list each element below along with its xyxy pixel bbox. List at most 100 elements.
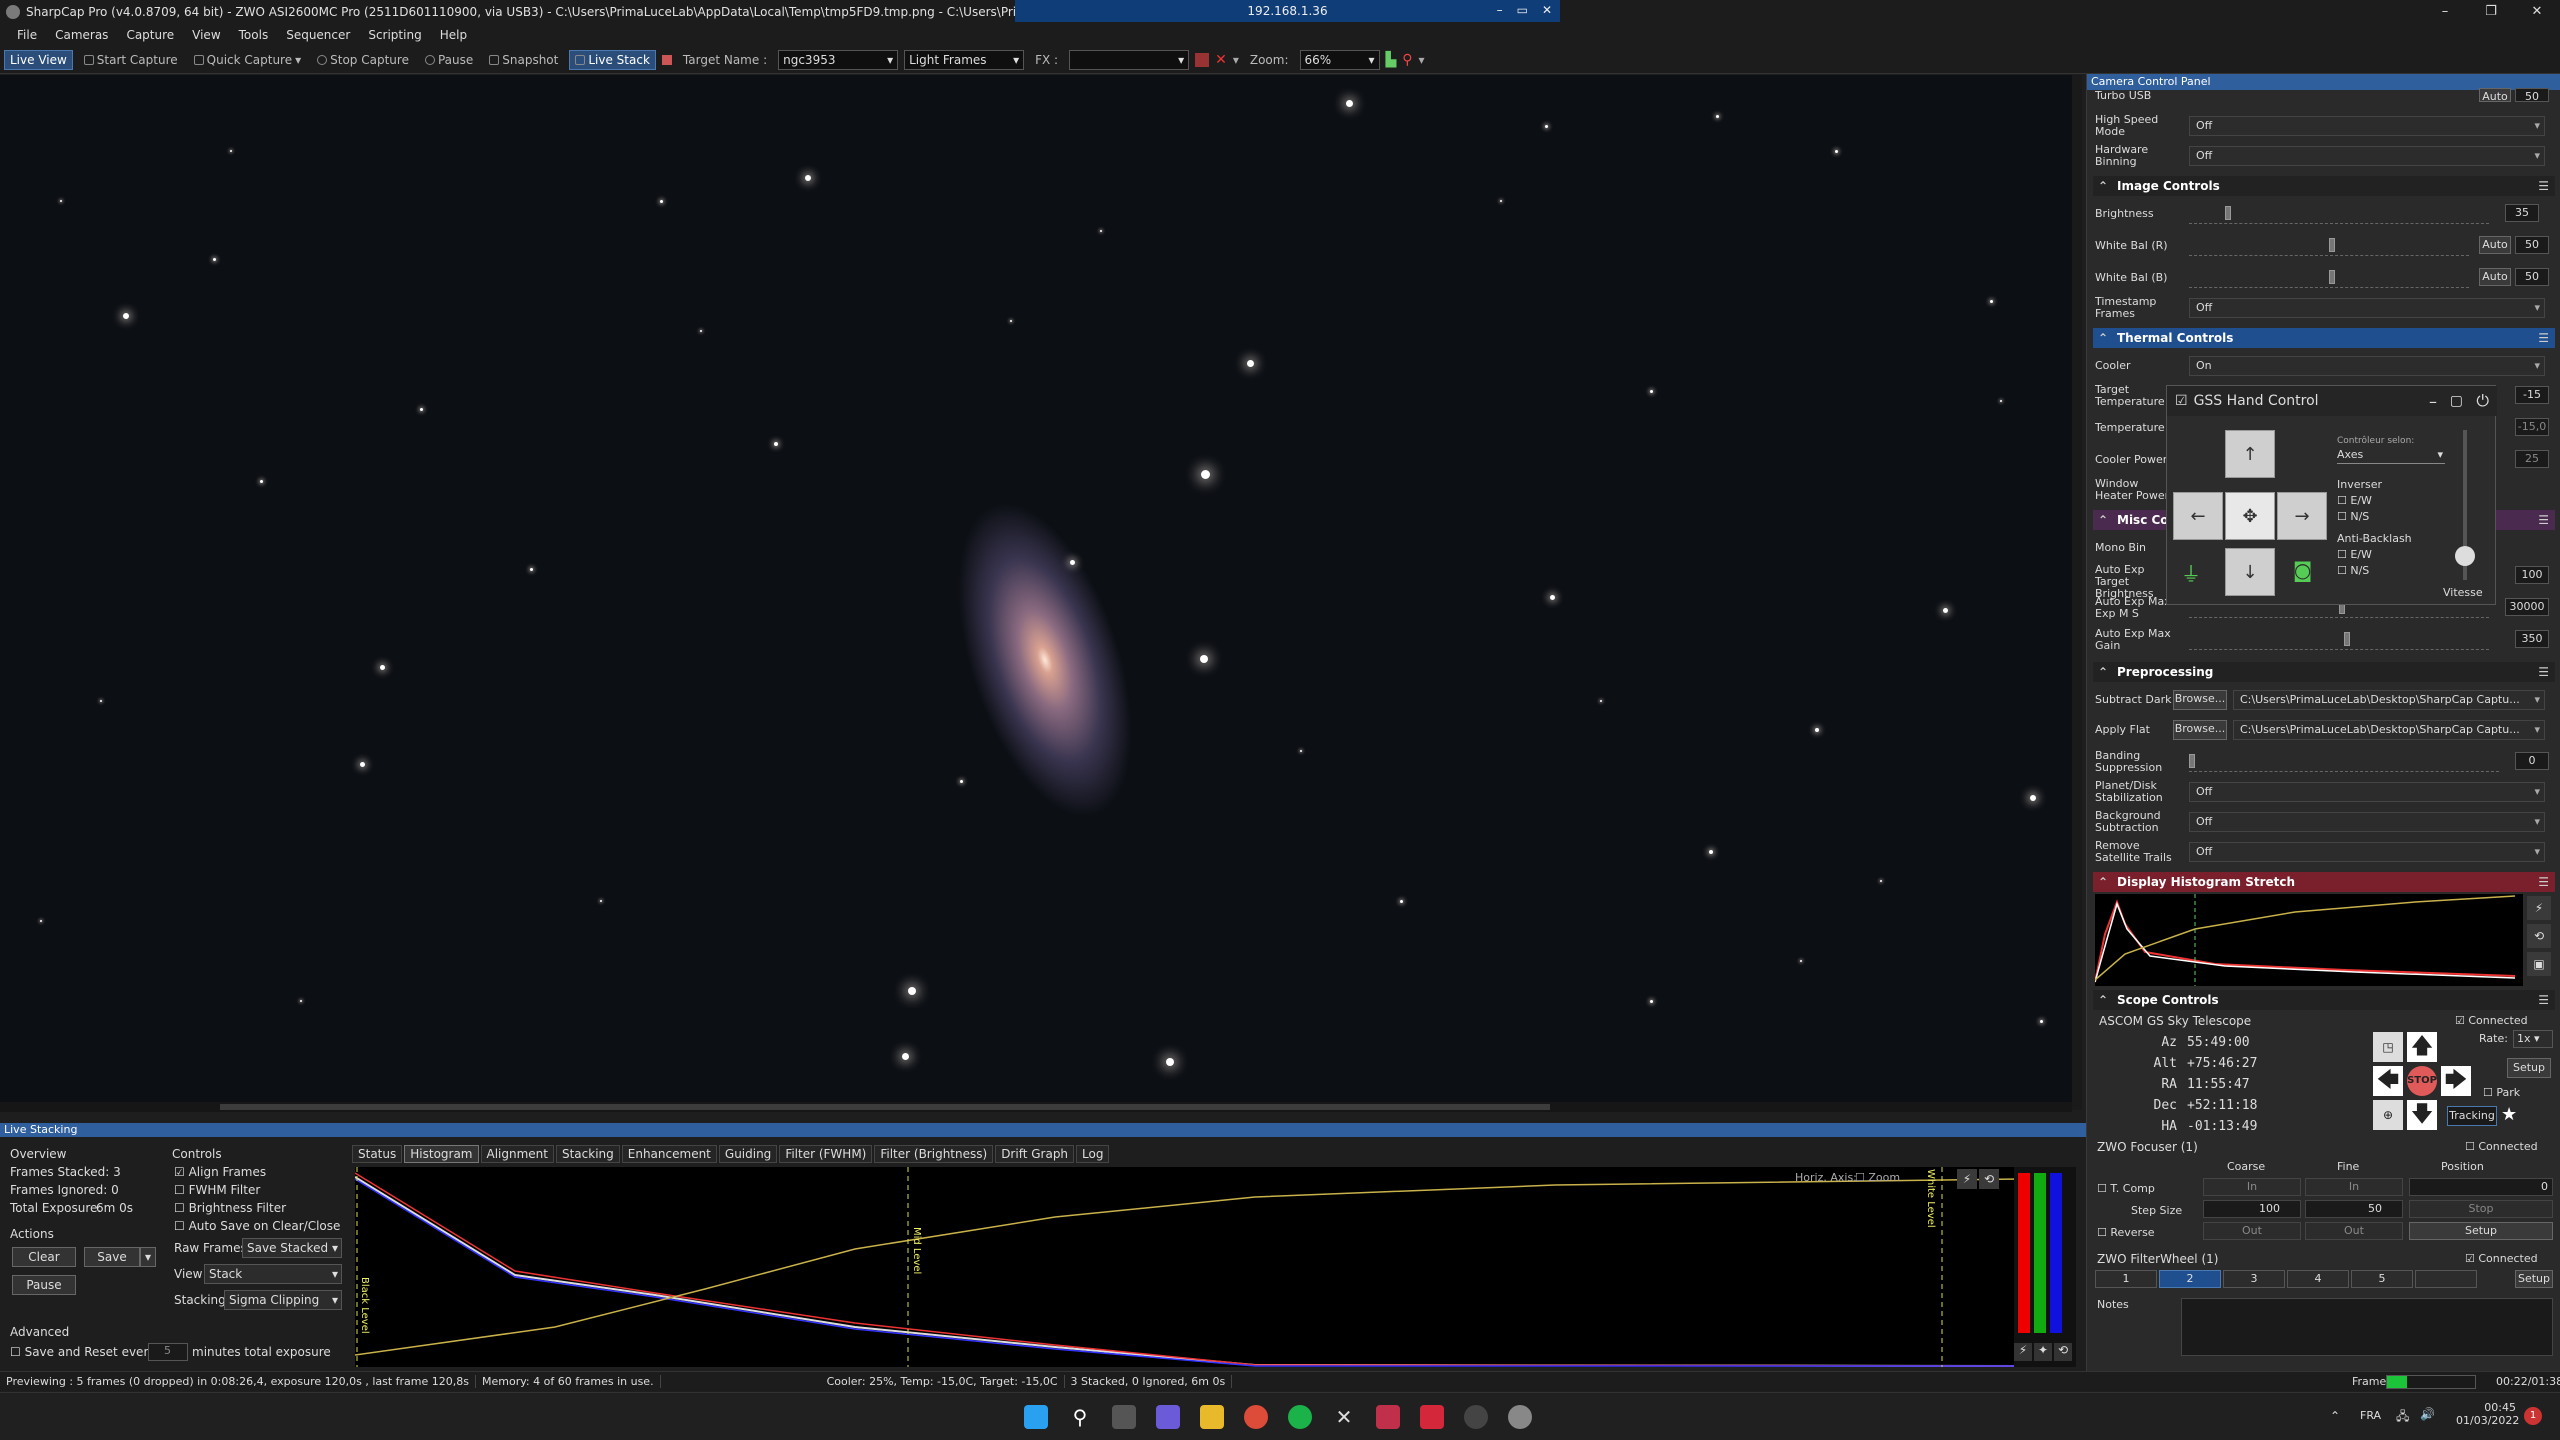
clear-button[interactable]: Clear (12, 1247, 76, 1267)
tab-drift-graph[interactable]: Drift Graph (995, 1145, 1075, 1163)
gss-target-icon[interactable]: ◙ (2293, 558, 2312, 582)
filter-3-button[interactable]: 3 (2223, 1270, 2285, 1288)
tracking-select[interactable]: Tracking (2447, 1106, 2497, 1126)
live-view-button[interactable]: Live View (4, 49, 73, 70)
auto-exp-max-ms-value[interactable]: 30000 (2505, 598, 2549, 616)
brightness-filter-checkbox[interactable]: ☐ Brightness Filter (174, 1201, 286, 1215)
filter-5-button[interactable]: 5 (2351, 1270, 2413, 1288)
raw-frames-select[interactable]: Save Stacked ▾ (242, 1238, 342, 1258)
language-indicator[interactable]: FRA (2360, 1409, 2381, 1422)
histogram-icon[interactable]: ▙ (1386, 52, 1397, 68)
high-speed-select[interactable]: Off (2189, 116, 2545, 136)
filter-1-button[interactable]: 1 (2095, 1270, 2157, 1288)
image-vertical-scrollbar[interactable] (2072, 75, 2082, 1110)
chevron-up-icon[interactable]: ⌃ (2330, 1409, 2340, 1423)
color-balance-sliders[interactable]: ⚡ ✦ ⟲ (2014, 1167, 2076, 1367)
menu-icon[interactable]: ☰ (2538, 872, 2549, 892)
mid-level-marker[interactable]: Mid Level (911, 1227, 922, 1274)
slider-knob[interactable] (2329, 238, 2335, 252)
chrome-icon[interactable] (1244, 1405, 1268, 1429)
file-explorer-icon[interactable] (1200, 1405, 1224, 1429)
filterwheel-setup-button[interactable]: Setup (2515, 1270, 2553, 1288)
highlight-icon[interactable] (661, 54, 672, 65)
gss-inverser-ns-checkbox[interactable]: ☐ N/S (2337, 510, 2369, 523)
balance-auto-button[interactable]: ⚡ (2014, 1343, 2032, 1361)
snapshot-button[interactable]: Snapshot (484, 51, 563, 69)
tab-filter-brightness[interactable]: Filter (Brightness) (874, 1145, 994, 1163)
filter-4-button[interactable]: 4 (2287, 1270, 2349, 1288)
fwhm-filter-checkbox[interactable]: ☐ FWHM Filter (174, 1183, 260, 1197)
menu-scripting[interactable]: Scripting (359, 28, 430, 42)
tab-status[interactable]: Status (352, 1145, 403, 1163)
turbo-auto-button[interactable]: Auto (2479, 88, 2511, 103)
filter-2-button[interactable]: 2 (2159, 1270, 2221, 1288)
gss-checkbox[interactable]: ☑ (2175, 393, 2188, 409)
auto-exp-max-ms-slider[interactable] (2189, 600, 2489, 618)
auto-exp-max-gain-slider[interactable] (2189, 632, 2489, 650)
black-level-marker[interactable]: Black Level (359, 1277, 370, 1334)
menu-sequencer[interactable]: Sequencer (277, 28, 359, 42)
planet-stab-select[interactable]: Off (2189, 782, 2545, 802)
app-red-icon[interactable] (1376, 1405, 1400, 1429)
close-button[interactable]: ✕ (2514, 0, 2560, 24)
menu-file[interactable]: File (8, 28, 46, 42)
gss-power-icon[interactable]: ⏻ (2476, 391, 2489, 411)
reverse-checkbox[interactable]: ☐ Reverse (2097, 1226, 2155, 1239)
stack-auto-stretch-button[interactable]: ⚡ (1957, 1169, 1977, 1189)
coarse-step-input[interactable]: 100 (2203, 1200, 2301, 1218)
scope-sync-button[interactable]: ◳ (2373, 1032, 2403, 1062)
menu-view[interactable]: View (183, 28, 229, 42)
scope-setup-button[interactable]: Setup (2507, 1058, 2551, 1078)
tab-guiding[interactable]: Guiding (718, 1145, 778, 1163)
stacking-select[interactable]: Sigma Clipping ▾ (224, 1290, 342, 1310)
filter-6-button[interactable] (2415, 1270, 2477, 1288)
slider-knob[interactable] (2329, 270, 2335, 284)
live-stack-button[interactable]: Live Stack (569, 49, 656, 70)
banding-value[interactable]: 0 (2515, 752, 2549, 770)
gss-north-button[interactable]: ↑ (2225, 430, 2275, 478)
camera-image-view[interactable] (0, 75, 2072, 1110)
turbo-value[interactable]: 50 (2515, 88, 2549, 103)
scope-south-button[interactable]: 🡇 (2407, 1100, 2437, 1130)
view-select[interactable]: Stack ▾ (204, 1264, 342, 1284)
clear-overlay-icon[interactable]: ✕ (1215, 52, 1227, 68)
tab-enhancement[interactable]: Enhancement (621, 1145, 717, 1163)
auto-exp-max-gain-value[interactable]: 350 (2515, 630, 2549, 648)
image-horizontal-scrollbar[interactable] (0, 1102, 2072, 1112)
fx-select[interactable]: ▾ (1069, 49, 1190, 70)
target-name-input[interactable]: ngc3953 ▾ (778, 49, 899, 70)
gss-minimize-icon[interactable]: – (2429, 392, 2437, 411)
white-bal-r-value[interactable]: 50 (2515, 236, 2549, 254)
remote-close-button[interactable]: ✕ (1542, 3, 1552, 17)
tab-stacking[interactable]: Stacking (555, 1145, 620, 1163)
app-green-icon[interactable] (1288, 1405, 1312, 1429)
white-bal-b-value[interactable]: 50 (2515, 268, 2549, 286)
notification-icon[interactable]: 1 (2524, 1407, 2542, 1425)
fine-out-button[interactable]: Out (2305, 1222, 2403, 1240)
brightness-slider[interactable] (2189, 206, 2489, 224)
fine-in-button[interactable]: In (2305, 1178, 2403, 1196)
tab-alignment[interactable]: Alignment (480, 1145, 554, 1163)
scope-stop-button[interactable]: STOP (2407, 1066, 2437, 1096)
tcomp-checkbox[interactable]: ☐ T. Comp (2097, 1182, 2155, 1195)
gss-controller-select[interactable]: Axes ▾ (2337, 448, 2445, 464)
menu-icon[interactable]: ☰ (2538, 176, 2549, 196)
apply-flat-select[interactable]: C:\Users\PrimaLuceLab\Desktop\SharpCap C… (2233, 720, 2545, 740)
zoom-checkbox[interactable]: ☐ Zoom (1855, 1171, 1900, 1184)
teams-icon[interactable] (1156, 1405, 1180, 1429)
focuser-connected-checkbox[interactable]: ☐ Connected (2465, 1140, 2538, 1153)
remote-restore-button[interactable]: ▭ (1517, 3, 1528, 17)
star-icon[interactable]: ★ (2501, 1104, 2517, 1125)
gss-center-button[interactable]: ✥ (2225, 492, 2275, 540)
menu-icon[interactable]: ☰ (2538, 328, 2549, 348)
scope-connected-checkbox[interactable]: ☑ Connected (2455, 1014, 2528, 1027)
start-capture-button[interactable]: Start Capture (79, 51, 183, 69)
blue-balance-slider[interactable] (2050, 1173, 2062, 1333)
display-histogram-header[interactable]: Display Histogram Stretch ☰ (2093, 872, 2555, 892)
histogram-save-button[interactable]: ▣ (2527, 952, 2551, 976)
minimize-button[interactable]: – (2422, 0, 2468, 24)
subtract-dark-select[interactable]: C:\Users\PrimaLuceLab\Desktop\SharpCap C… (2233, 690, 2545, 710)
menu-cameras[interactable]: Cameras (46, 28, 117, 42)
white-level-marker[interactable]: White Level (1925, 1169, 1936, 1228)
cooler-select[interactable]: On (2189, 356, 2545, 376)
